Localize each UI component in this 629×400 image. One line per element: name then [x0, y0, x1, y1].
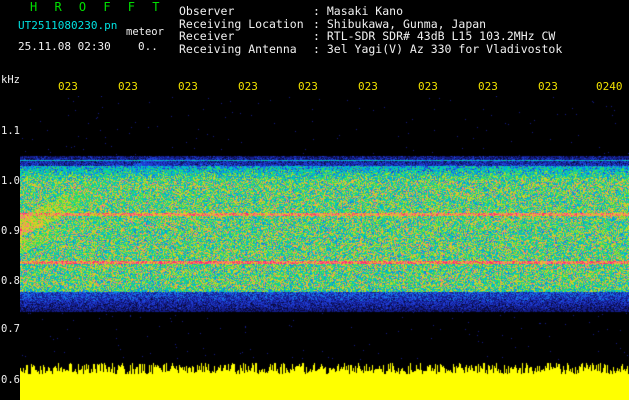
antenna-label: Receiving Antenna [179, 41, 297, 56]
x-tick-label: 023 [358, 80, 378, 93]
app-title: H R O F F T [30, 0, 165, 14]
y-axis-unit: kHz [1, 74, 20, 86]
antenna-value: : 3el Yagi(V) Az 330 for Vladivostok [313, 41, 563, 56]
x-tick-label: 023 [478, 80, 498, 93]
observer-label: Observer [179, 4, 235, 18]
x-tick-label: 023 [238, 80, 258, 93]
y-tick-label: 0.7 [1, 323, 20, 335]
header-labels: Observer Receiving Location Receiver Rec… [179, 5, 304, 55]
y-tick-label: 0.8 [1, 275, 20, 287]
x-tick-label: 023 [118, 80, 138, 93]
x-tick-label: 023 [538, 80, 558, 93]
x-tick-label: 023 [418, 80, 438, 93]
filename: UT2511080230.pn [18, 19, 118, 32]
count: 0.. [138, 40, 158, 53]
spectrogram-display [20, 96, 629, 362]
receiver-label: Receiver [179, 29, 235, 43]
y-tick-label: 0.6 [1, 374, 20, 386]
meteor-label: meteor [126, 26, 164, 38]
x-tick-label: 0240 [596, 80, 623, 93]
signal-level-band [20, 362, 629, 400]
observer-value: : Masaki Kano [313, 4, 404, 18]
header-values: : Masaki Kano : Shibukawa, Gunma, Japan … [313, 5, 562, 55]
y-tick-label: 1.0 [1, 175, 20, 187]
datetime: 25.11.08 02:30 [18, 40, 111, 53]
x-tick-label: 023 [58, 80, 78, 93]
x-tick-label: 023 [178, 80, 198, 93]
y-tick-label: 1.1 [1, 125, 20, 137]
y-tick-label: 0.9 [1, 225, 20, 237]
receiver-value: : RTL-SDR SDR# 43dB L15 103.2MHz CW [313, 29, 556, 43]
x-tick-label: 023 [298, 80, 318, 93]
